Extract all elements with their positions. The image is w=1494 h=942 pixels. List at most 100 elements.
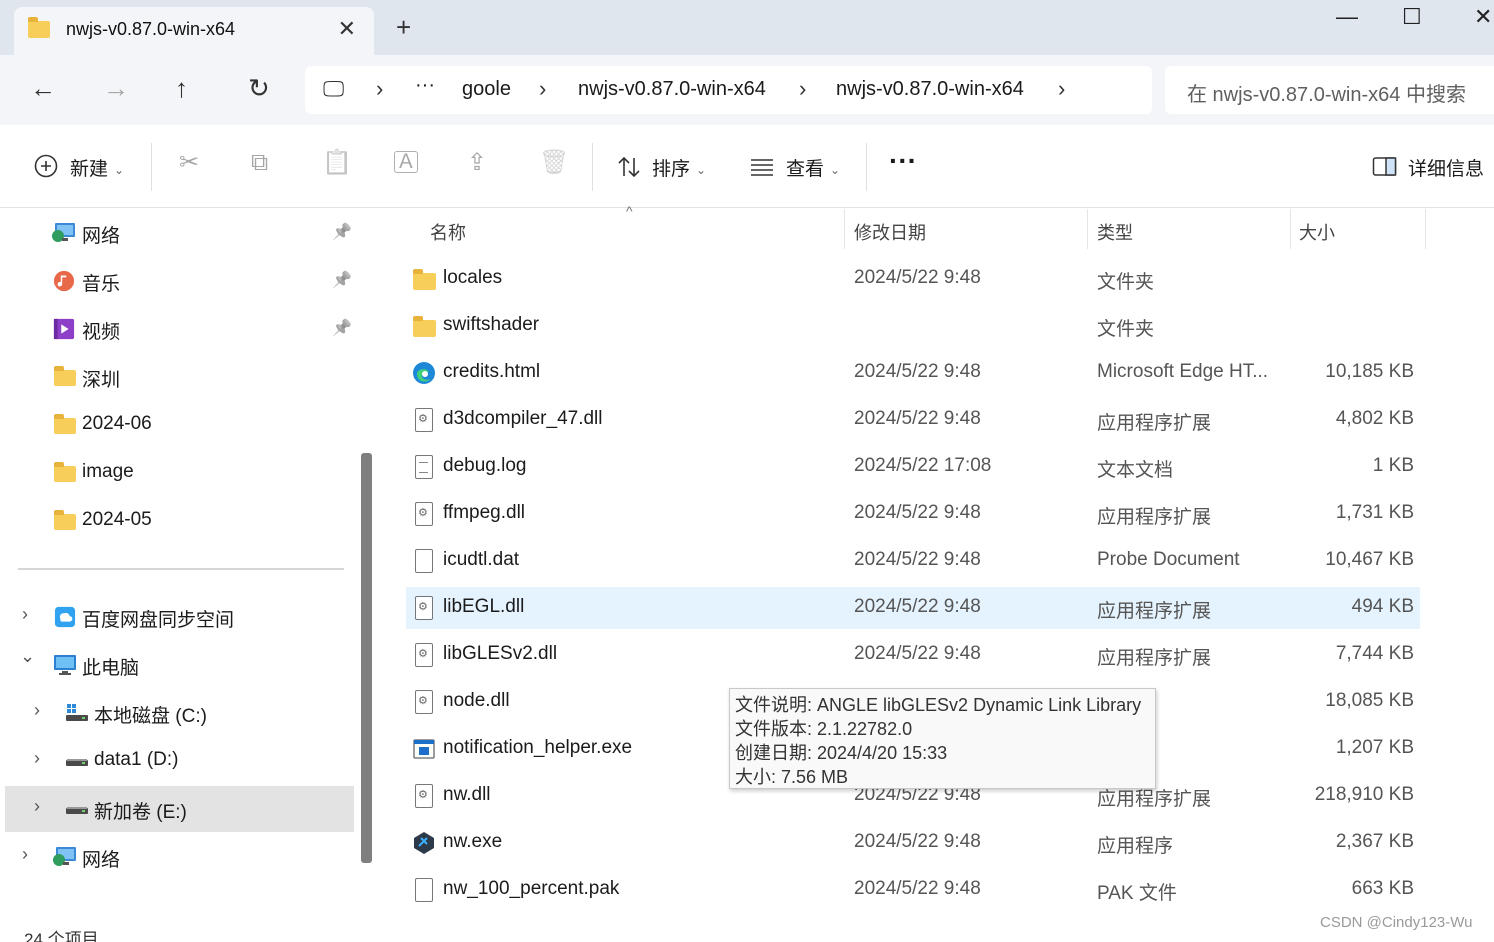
breadcrumb-segment[interactable]: nwjs-v0.87.0-win-x64 xyxy=(578,78,766,101)
forward-arrow-icon[interactable]: → xyxy=(103,75,129,101)
address-bar[interactable]: 🖵 › ··· goole › nwjs-v0.87.0-win-x64 › n… xyxy=(305,66,1152,114)
up-arrow-icon[interactable]: ↑ xyxy=(175,75,188,101)
column-divider[interactable] xyxy=(1087,209,1088,249)
chevron-right-icon[interactable]: › xyxy=(799,76,806,102)
share-icon[interactable]: ⇪ xyxy=(467,151,487,175)
chevron-right-icon[interactable]: › xyxy=(1058,76,1065,102)
sidebar-item-drive-d[interactable]: › data1 (D:) xyxy=(0,738,354,784)
column-header-type[interactable]: 类型 xyxy=(1097,219,1133,245)
file-type: 应用程序 xyxy=(1097,836,1174,857)
breadcrumb-segment[interactable]: goole xyxy=(462,78,511,101)
table-row[interactable]: credits.html 2024/5/22 9:48 Microsoft Edge… xyxy=(406,352,1420,394)
cut-icon[interactable]: ✂ xyxy=(179,151,199,175)
file-name: icudtl.dat xyxy=(443,549,520,570)
breadcrumb-segment[interactable]: nwjs-v0.87.0-win-x64 xyxy=(836,78,1024,101)
new-button[interactable]: 新建 ⌄ xyxy=(30,151,130,183)
file-name: nw.dll xyxy=(443,784,491,805)
new-tab-button[interactable]: + xyxy=(396,14,411,40)
folder-icon xyxy=(54,414,76,434)
file-name: ffmpeg.dll xyxy=(443,502,526,523)
sidebar-item-network-quick[interactable]: 网络 📌 xyxy=(0,210,354,256)
table-row[interactable]: icudtl.dat 2024/5/22 9:48 Probe Document 10… xyxy=(406,540,1420,582)
sidebar-item-baidu-netdisk[interactable]: › 百度网盘同步空间 xyxy=(0,594,354,640)
table-row[interactable]: ⚙ libEGL.dll 2024/5/22 9:48 应用程序扩展 494 KB xyxy=(406,587,1420,629)
sidebar-item-drive-e[interactable]: › 新加卷 (E:) xyxy=(5,786,354,832)
folder-icon xyxy=(28,17,50,38)
column-header-size[interactable]: 大小 xyxy=(1299,219,1335,245)
sort-button-label: 排序 xyxy=(652,159,691,180)
file-date: 2024/5/22 9:48 xyxy=(854,596,981,617)
nwjs-app-icon xyxy=(412,831,436,855)
sort-button[interactable]: 排序 ⌄ xyxy=(614,151,714,183)
dll-file-icon: ⚙ xyxy=(412,643,436,667)
column-header-date[interactable]: 修改日期 xyxy=(854,219,926,245)
column-divider[interactable] xyxy=(844,209,845,249)
chevron-down-icon[interactable]: ⌄ xyxy=(20,646,35,667)
drive-icon xyxy=(66,807,88,814)
delete-icon[interactable]: 🗑 xyxy=(539,151,569,175)
table-row[interactable]: swiftshader 文件夹 xyxy=(406,305,1420,347)
chevron-right-icon[interactable]: › xyxy=(539,76,546,102)
table-row[interactable]: nw.exe 2024/5/22 9:48 应用程序 2,367 KB xyxy=(406,822,1420,864)
table-row[interactable]: ⚙ ffmpeg.dll 2024/5/22 9:48 应用程序扩展 1,731 KB xyxy=(406,493,1420,535)
tab-active[interactable]: nwjs-v0.87.0-win-x64 ✕ xyxy=(14,7,374,55)
dll-file-icon: ⚙ xyxy=(412,690,436,714)
paste-icon[interactable]: 📋 xyxy=(322,151,352,175)
sidebar-item-2024-06[interactable]: 2024-06 xyxy=(0,402,354,448)
sidebar-item-videos[interactable]: 视频 📌 xyxy=(0,306,354,352)
column-header-name[interactable]: 名称 xyxy=(430,219,466,245)
sidebar-scrollbar[interactable] xyxy=(361,453,372,863)
pin-icon[interactable]: 📌 xyxy=(332,270,352,290)
tab-close-button[interactable]: ✕ xyxy=(338,16,356,42)
breadcrumb-overflow[interactable]: ··· xyxy=(415,74,435,97)
table-row[interactable]: ⚙ libGLESv2.dll 2024/5/22 9:48 应用程序扩展 7,744 … xyxy=(406,634,1420,676)
pin-icon[interactable]: 📌 xyxy=(332,318,352,338)
column-divider[interactable] xyxy=(1290,209,1291,249)
file-icon xyxy=(412,878,436,902)
view-button[interactable]: 查看 ⌄ xyxy=(748,151,848,183)
table-row[interactable]: ⚙ d3dcompiler_47.dll 2024/5/22 9:48 应用程序扩展 4… xyxy=(406,399,1420,441)
chevron-right-icon[interactable]: › xyxy=(22,844,28,865)
copy-icon[interactable]: ⧉ xyxy=(251,151,268,175)
file-date: 2024/5/22 17:08 xyxy=(854,455,992,476)
sidebar-item-label: 视频 xyxy=(82,322,121,343)
sidebar-item-shenzhen[interactable]: 深圳 xyxy=(0,354,354,400)
sidebar-item-label: 此电脑 xyxy=(82,658,140,679)
chevron-right-icon[interactable]: › xyxy=(34,796,40,817)
file-date: 2024/5/22 9:48 xyxy=(854,361,981,382)
chevron-right-icon[interactable]: › xyxy=(34,748,40,769)
file-size: 663 KB xyxy=(1351,878,1414,899)
maximize-button[interactable]: ☐ xyxy=(1402,4,1422,30)
chevron-right-icon[interactable]: › xyxy=(34,700,40,721)
close-window-button[interactable]: ✕ xyxy=(1474,4,1492,30)
details-pane-button[interactable]: 详细信息 xyxy=(1372,151,1492,183)
search-placeholder: 在 nwjs-v0.87.0-win-x64 中搜索 xyxy=(1187,84,1466,106)
sidebar-item-2024-05[interactable]: 2024-05 xyxy=(0,498,354,544)
computer-icon[interactable]: 🖵 xyxy=(323,76,344,102)
more-options-icon[interactable]: ··· xyxy=(889,145,917,177)
rename-icon[interactable]: Ａ xyxy=(394,151,418,173)
file-type: 文件夹 xyxy=(1097,319,1155,340)
table-row[interactable]: nw_100_percent.pak 2024/5/22 9:48 PAK 文件 66… xyxy=(406,869,1420,911)
file-name: nw_100_percent.pak xyxy=(443,878,620,899)
search-input[interactable]: 在 nwjs-v0.87.0-win-x64 中搜索 xyxy=(1165,66,1494,114)
chevron-right-icon[interactable]: › xyxy=(376,76,383,102)
folder-icon xyxy=(412,314,436,338)
toolbar-divider xyxy=(866,143,867,191)
column-divider[interactable] xyxy=(1425,209,1426,249)
file-date: 2024/5/22 9:48 xyxy=(854,643,981,664)
chevron-right-icon[interactable]: › xyxy=(22,604,28,625)
refresh-icon[interactable]: ↻ xyxy=(248,75,270,101)
table-row[interactable]: debug.log 2024/5/22 17:08 文本文档 1 KB xyxy=(406,446,1420,488)
sidebar-item-network[interactable]: › 网络 xyxy=(0,834,354,880)
back-arrow-icon[interactable]: ← xyxy=(30,75,56,101)
sidebar-item-label: 音乐 xyxy=(82,274,121,295)
sidebar-item-music[interactable]: 音乐 📌 xyxy=(0,258,354,304)
minimize-button[interactable]: — xyxy=(1336,4,1358,30)
list-view-icon xyxy=(751,159,773,176)
sidebar-item-this-pc[interactable]: ⌄ 此电脑 xyxy=(0,642,354,688)
sidebar-item-drive-c[interactable]: › 本地磁盘 (C:) xyxy=(0,690,354,736)
table-row[interactable]: locales 2024/5/22 9:48 文件夹 xyxy=(406,258,1420,300)
pin-icon[interactable]: 📌 xyxy=(332,222,352,242)
sidebar-item-image[interactable]: image xyxy=(0,450,354,496)
